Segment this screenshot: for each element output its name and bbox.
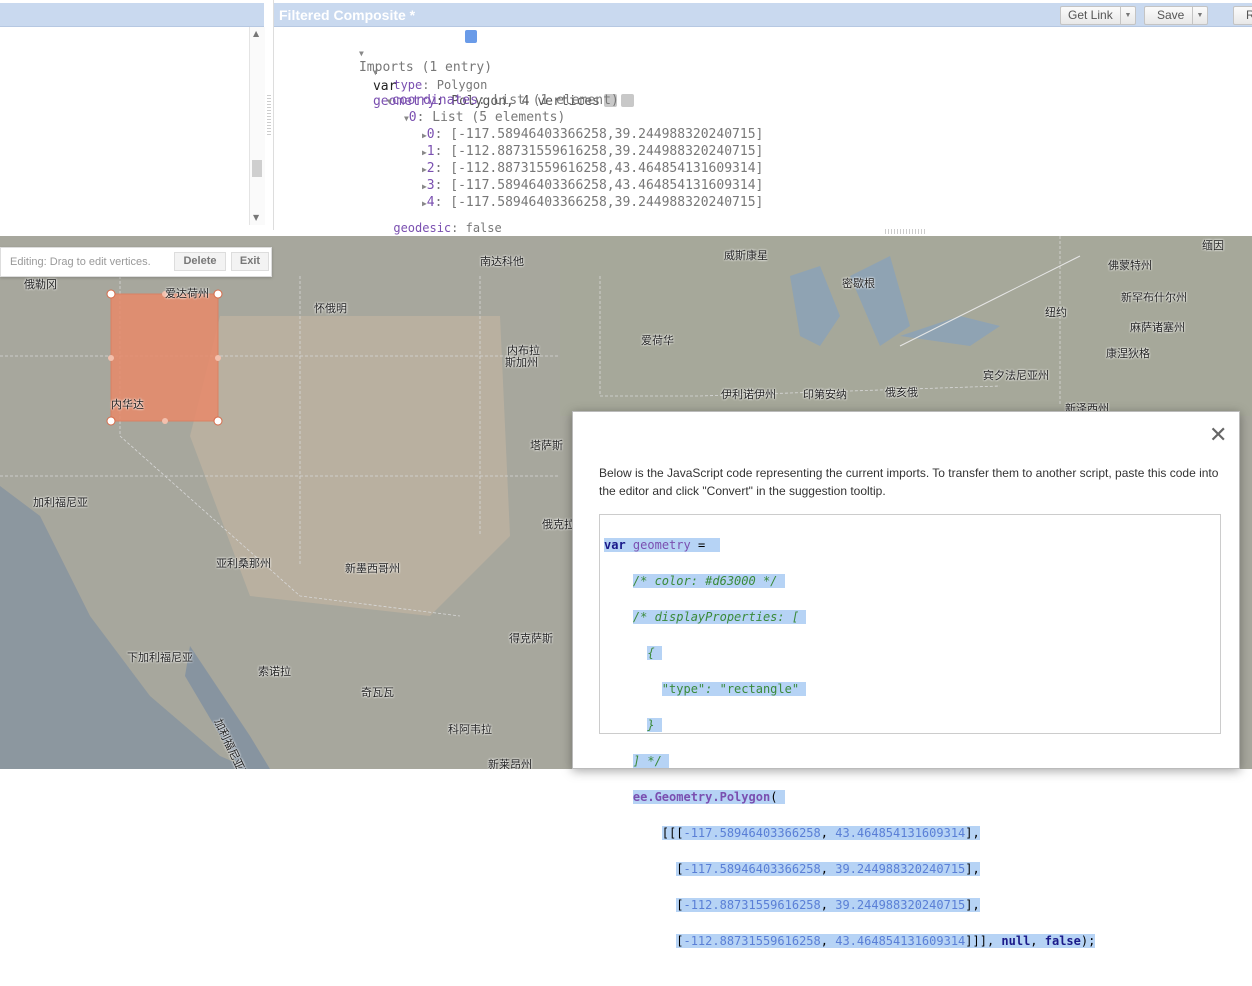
map-label: 纽约: [1045, 306, 1067, 319]
map-label: 佛蒙特州: [1108, 259, 1152, 272]
chevron-down-icon[interactable]: ▼: [1120, 7, 1135, 24]
delete-import-icon[interactable]: [620, 94, 634, 107]
code-text: [: [676, 934, 684, 948]
code-text: ],: [965, 862, 980, 876]
map-label: 新墨西哥州: [345, 562, 400, 575]
map-label: 亚利桑那州: [216, 557, 271, 570]
code-number: -117.58946403366258: [683, 826, 821, 840]
map-label: 俄亥俄: [885, 386, 918, 399]
chevron-down-icon[interactable]: ▼: [1192, 7, 1207, 24]
map-label: 印第安纳: [803, 388, 847, 401]
code-var: geometry: [632, 538, 691, 552]
scroll-up-icon[interactable]: ▲: [253, 29, 259, 38]
map-label: 加利福尼亚: [33, 496, 88, 509]
code-text: ]]],: [965, 934, 1002, 948]
map-label: 科阿韦拉: [448, 723, 492, 736]
delete-button[interactable]: Delete: [174, 252, 226, 271]
left-panel-header: [0, 3, 264, 27]
code-text: =: [690, 538, 706, 552]
get-link-label: Get Link: [1068, 8, 1113, 22]
code-number: 39.244988320240715: [835, 862, 966, 876]
map-label: 康涅狄格: [1106, 347, 1150, 360]
geometry-editing-toolbar: Editing: Drag to edit vertices. Delete E…: [0, 247, 272, 277]
map-label: 塔萨斯: [530, 439, 563, 452]
panel-resize-handle[interactable]: [267, 95, 271, 135]
code-keyword: null: [1001, 934, 1031, 948]
map-label: 威斯康星: [724, 249, 768, 262]
left-panel: ▲ ▼: [0, 0, 266, 230]
panel-resize-handle[interactable]: [885, 229, 925, 234]
code-keyword: var: [604, 538, 626, 552]
map-label: 麻萨诸塞州: [1130, 321, 1185, 334]
code-comment: {: [647, 646, 655, 660]
script-title: Filtered Composite *: [279, 7, 416, 23]
code-text: ],: [965, 898, 980, 912]
editor-header: Filtered Composite * Get Link ▼ Save ▼ R: [274, 3, 1252, 27]
map-label: 得克萨斯: [509, 632, 553, 645]
code-number: 43.464854131609314: [835, 934, 966, 948]
map-label: 怀俄明: [314, 302, 347, 315]
map-label: 内华达: [111, 398, 144, 411]
code-comment: :: [705, 682, 720, 696]
map-label: 伊利诺伊州: [721, 388, 776, 401]
code-text: [: [676, 898, 684, 912]
code-string: "type": [661, 682, 706, 696]
code-comment: /* color: #d63000 */: [632, 574, 778, 588]
code-string: "rectangle": [719, 682, 800, 696]
code-comment: }: [647, 718, 655, 732]
imports-code-dialog: ✕ Below is the JavaScript code represent…: [572, 411, 1240, 948]
map-label: 南达科他: [480, 255, 524, 268]
code-text: [[[: [661, 826, 684, 840]
get-link-button[interactable]: Get Link ▼: [1060, 6, 1136, 25]
map-label: 宾夕法尼亚州: [983, 369, 1049, 382]
map-label: 索诺拉: [258, 665, 291, 678]
code-text: ],: [965, 826, 980, 840]
code-number: 39.244988320240715: [835, 898, 966, 912]
run-label: R: [1246, 8, 1252, 22]
code-textarea[interactable]: var geometry = /* color: #d63000 */ /* d…: [599, 514, 1221, 948]
code-text: ,: [1030, 934, 1045, 948]
code-number: 43.464854131609314: [835, 826, 966, 840]
show-code-icon[interactable]: [465, 30, 477, 43]
geodesic-value: : false: [451, 221, 502, 235]
map-label: 新罕布什尔州: [1121, 291, 1187, 304]
code-text: (: [770, 790, 778, 804]
code-function: ee.Geometry.Polygon: [632, 790, 771, 804]
map-label: 爱荷华: [641, 334, 674, 347]
scroll-thumb[interactable]: [252, 160, 262, 177]
map-label: 密歇根: [842, 277, 875, 290]
map-label: 新莱昂州: [488, 758, 532, 769]
run-button[interactable]: R: [1233, 6, 1252, 25]
exit-button[interactable]: Exit: [231, 252, 269, 271]
left-scrollbar[interactable]: ▲ ▼: [249, 27, 265, 225]
dialog-description: Below is the JavaScript code representin…: [599, 466, 1219, 498]
map-label: 俄克拉: [542, 518, 575, 531]
code-keyword: false: [1044, 934, 1081, 948]
editing-hint: Editing: Drag to edit vertices.: [10, 256, 151, 268]
geodesic-key: geodesic: [393, 221, 452, 235]
code-comment: ] */: [632, 754, 662, 768]
map-label: 俄勒冈: [24, 278, 57, 291]
scroll-down-icon[interactable]: ▼: [253, 213, 259, 222]
save-label: Save: [1157, 8, 1185, 22]
save-button[interactable]: Save ▼: [1144, 6, 1208, 25]
generated-code: var geometry = /* color: #d63000 */ /* d…: [604, 538, 1096, 948]
imports-panel: ▼ Imports (1 entry) ▼ var geometry: Poly…: [274, 27, 1252, 235]
code-text: [: [676, 862, 684, 876]
map-label: 奇瓦瓦: [361, 686, 394, 699]
map-label: 爱达荷州: [165, 287, 209, 300]
map-label: 斯加州: [505, 356, 538, 369]
code-number: -112.88731559616258: [683, 898, 821, 912]
code-text: );: [1080, 934, 1096, 948]
close-icon[interactable]: ✕: [1209, 425, 1227, 447]
map-label: 下加利福尼亚: [127, 651, 193, 664]
code-number: -117.58946403366258: [683, 862, 821, 876]
map-label: 缅因: [1202, 239, 1224, 252]
code-editor-panel: Filtered Composite * Get Link ▼ Save ▼ R…: [273, 0, 1252, 235]
code-number: -112.88731559616258: [683, 934, 821, 948]
code-comment: /* displayProperties: [: [632, 610, 800, 624]
